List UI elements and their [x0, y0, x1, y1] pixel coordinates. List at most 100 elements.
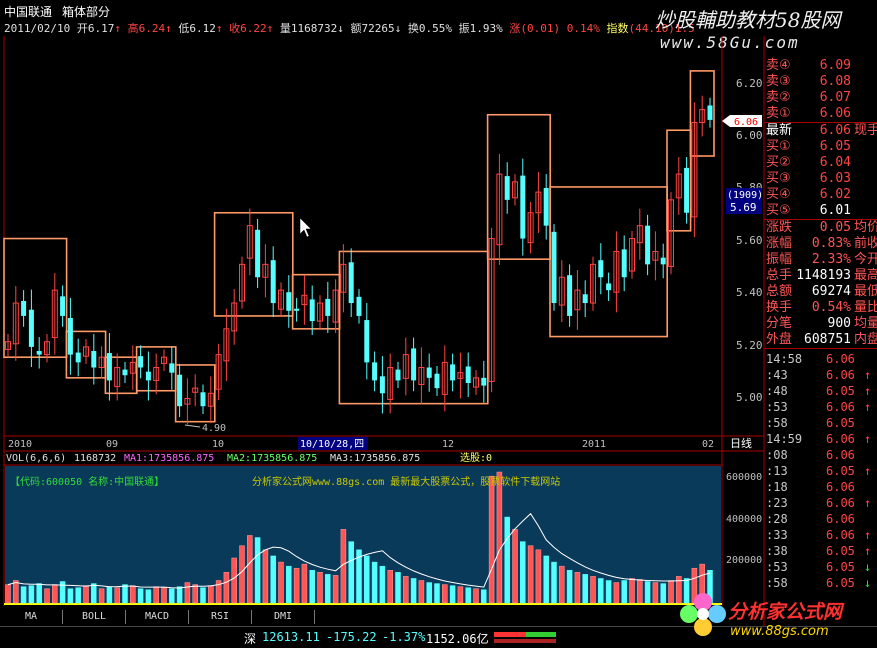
- candle-body-down: [598, 260, 604, 278]
- tick-time: :43: [766, 368, 788, 382]
- price-tick: 6.00: [736, 129, 763, 142]
- index-marker-label: (1909): [727, 190, 763, 201]
- volume-bar: [137, 588, 144, 604]
- volume-bar: [418, 580, 425, 604]
- tick-row: :08 6.06: [764, 447, 877, 463]
- tick-arrow: ↑: [864, 368, 872, 382]
- volume-bar: [551, 561, 557, 604]
- order-book-label: 买②: [766, 155, 791, 170]
- vol-tick: 200000: [726, 555, 762, 566]
- volume-bar: [457, 586, 464, 604]
- candle-body-down: [606, 283, 612, 291]
- volume-bar: [582, 574, 588, 604]
- order-book-value: 608751: [804, 332, 851, 347]
- ad-url: www.88gs.com: [730, 624, 829, 639]
- volume-bar: [208, 585, 214, 604]
- order-book-value: 0.83%: [811, 236, 851, 251]
- tick-price: 6.06: [826, 368, 855, 382]
- tab-rsi[interactable]: RSI: [189, 610, 252, 624]
- candle-body-down: [145, 371, 151, 381]
- breadth-bar-up: [494, 632, 526, 637]
- stock-code-text: 【代码:600050 名称:中国联通】: [10, 475, 164, 488]
- tab-boll[interactable]: BOLL: [63, 610, 126, 624]
- breadth-bar-base: [494, 639, 556, 643]
- order-book-value: 0.05: [819, 220, 851, 235]
- candle-body-down: [60, 296, 66, 316]
- order-book-row: 卖① 6.06: [764, 106, 877, 122]
- volume-bar: [605, 580, 612, 604]
- order-book-extra: 今开: [854, 252, 877, 267]
- volume-bar: [629, 578, 635, 604]
- volume-bar: [176, 586, 183, 604]
- volume-bar: [621, 580, 627, 604]
- order-book-value: 0.54%: [811, 300, 851, 315]
- volume-bar: [44, 588, 50, 604]
- volume-bar: [309, 570, 315, 604]
- volume-bar: [184, 582, 191, 604]
- candle-body-down: [122, 369, 128, 376]
- volume-bar: [114, 587, 120, 604]
- candle-body-down: [325, 298, 331, 316]
- volume-bar: [200, 587, 206, 604]
- tick-row: :53 6.06 ↑: [764, 399, 877, 415]
- svg-text:MA2:1735856.875: MA2:1735856.875: [227, 453, 317, 464]
- volume-bar: [496, 471, 503, 604]
- order-book-row: 振幅 2.33% 今开: [764, 252, 877, 268]
- order-book-label: 换手: [766, 300, 793, 315]
- tick-price: 6.06: [826, 400, 855, 414]
- candle-body-down: [481, 377, 487, 386]
- tick-time: :53: [766, 560, 788, 574]
- tick-row: :28 6.06: [764, 511, 877, 527]
- order-book-value: 69274: [811, 284, 851, 299]
- volume-bar: [512, 529, 518, 604]
- order-book-label: 涨幅: [766, 236, 793, 251]
- tick-time: :23: [766, 496, 788, 510]
- candle-body-down: [67, 317, 73, 355]
- order-book-label: 涨跌: [766, 220, 793, 235]
- svg-text:VOL(6,6,6): VOL(6,6,6): [6, 453, 66, 464]
- candle-body-down: [684, 167, 690, 213]
- svg-text:MA3:1735856.875: MA3:1735856.875: [330, 453, 420, 464]
- tick-time: :58: [766, 576, 788, 590]
- kline-chart[interactable]: 6.20 6.00 5.80 5.60 5.40 5.20 5.00 6.06 …: [0, 0, 877, 647]
- candle-body-down: [364, 320, 370, 363]
- tick-arrow: ↑: [864, 464, 872, 478]
- tick-price: 6.06: [826, 528, 855, 542]
- market-change: -175.22: [326, 630, 377, 644]
- candle-body-down: [255, 229, 261, 278]
- order-book-extra: 最高: [854, 268, 877, 283]
- candle-body-down: [21, 300, 27, 316]
- order-book-row: 总手 1148193 最高: [764, 268, 877, 284]
- tab-macd[interactable]: MACD: [126, 610, 189, 624]
- order-book-panel: 卖④ 6.09 卖③ 6.08 卖② 6.07 卖① 6.06 最新 6.06 现手 买① 6.05 买②…: [764, 58, 877, 591]
- tab-dmi[interactable]: DMI: [252, 610, 315, 624]
- date-label: 02: [702, 439, 714, 450]
- volume-bar: [317, 572, 323, 604]
- order-book-row: 卖③ 6.08: [764, 74, 877, 90]
- tick-row: 14:58 6.06: [764, 351, 877, 367]
- volume-bar: [449, 585, 456, 604]
- volume-bar: [660, 583, 666, 604]
- tick-arrow: ↓: [864, 576, 872, 590]
- order-book-value: 900: [827, 316, 851, 331]
- order-book-extra: 量比: [854, 300, 877, 315]
- consolidation-box: [291, 273, 341, 330]
- volume-bar: [668, 580, 674, 604]
- market-index: 12613.11: [262, 630, 320, 644]
- volume-bar: [488, 475, 495, 604]
- last-price-label: 6.06: [734, 117, 758, 128]
- candle-body-down: [286, 292, 292, 311]
- logo-flower-icon: [680, 593, 726, 636]
- price-tick: 5.00: [736, 391, 763, 404]
- volume-bar: [67, 588, 74, 604]
- tab-ma[interactable]: MA: [0, 610, 63, 624]
- volume-bar: [590, 576, 596, 604]
- tick-arrow: ↓: [864, 560, 872, 574]
- price-tick: 6.20: [736, 77, 763, 90]
- mouse-cursor-icon: [299, 217, 312, 238]
- volume-bar: [83, 585, 89, 604]
- svg-text:选股:0: 选股:0: [460, 451, 492, 464]
- svg-text:1168732: 1168732: [74, 453, 116, 464]
- market-label: 深: [244, 632, 257, 646]
- volume-bar: [130, 585, 136, 604]
